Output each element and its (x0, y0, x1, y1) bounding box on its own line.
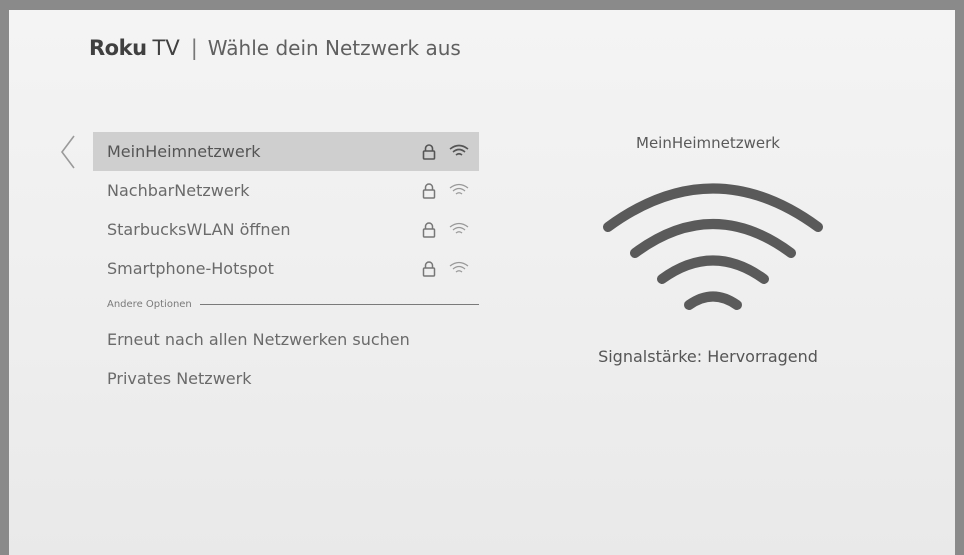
wifi-icon (449, 144, 469, 156)
header-separator: | (190, 36, 198, 60)
back-chevron-icon[interactable] (59, 134, 77, 170)
lock-icon (422, 183, 436, 199)
other-options-heading: Andere Optionen (93, 288, 479, 320)
lock-icon (422, 261, 436, 277)
page-title: Wähle dein Netzwerk aus (207, 36, 461, 60)
tv-screen: Roku TV | Wähle dein Netzwerk aus MeinHe… (9, 10, 955, 555)
wifi-icon (449, 183, 469, 195)
rescan-networks-option[interactable]: Erneut nach allen Netzwerken suchen (93, 320, 479, 359)
network-item-nachbarnetzwerk[interactable]: NachbarNetzwerk (93, 171, 479, 210)
network-item-meinheimnetzwerk[interactable]: MeinHeimnetzwerk (93, 132, 479, 171)
option-label: Privates Netzwerk (107, 369, 252, 388)
wifi-icon (449, 261, 469, 273)
lock-icon (422, 144, 436, 160)
signal-strength-wifi-icon (603, 183, 823, 310)
header: Roku TV | Wähle dein Netzwerk aus (89, 36, 461, 60)
private-network-option[interactable]: Privates Netzwerk (93, 359, 479, 398)
roku-tv-label: TV (152, 36, 180, 60)
roku-logo: Roku (89, 36, 147, 60)
divider (199, 303, 479, 305)
option-label: Erneut nach allen Netzwerken suchen (107, 330, 410, 349)
network-list: MeinHeimnetzwerk NachbarNetzwerk Starbuc… (93, 132, 479, 398)
network-item-starbuckswlan[interactable]: StarbucksWLAN öffnen (93, 210, 479, 249)
selected-network-name: MeinHeimnetzwerk (636, 134, 780, 152)
network-item-smartphone-hotspot[interactable]: Smartphone-Hotspot (93, 249, 479, 288)
other-options-label: Andere Optionen (107, 298, 192, 310)
lock-icon (422, 222, 436, 238)
wifi-icon (449, 222, 469, 234)
signal-strength-text: Signalstärke: Hervorragend (598, 347, 818, 366)
